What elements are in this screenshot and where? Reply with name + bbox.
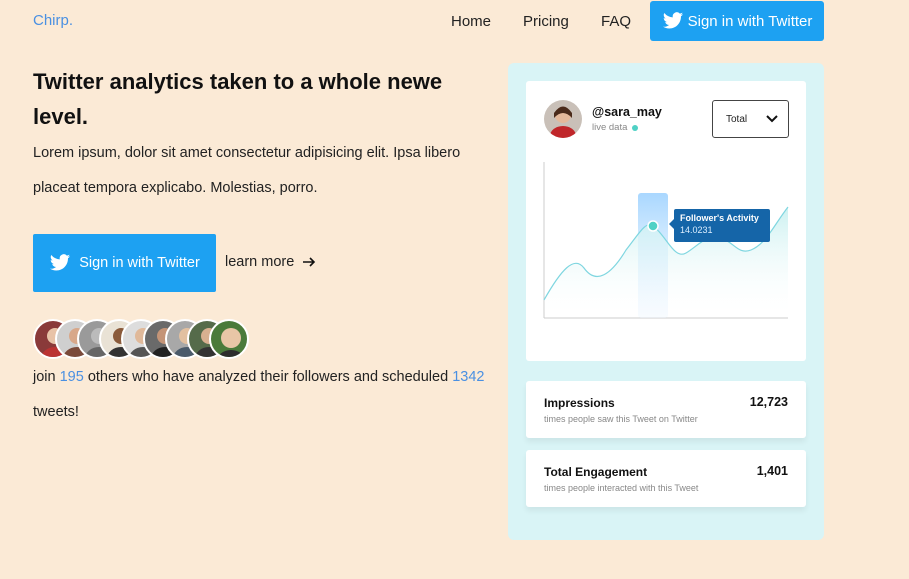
tooltip-title: Follower's Activity: [680, 213, 759, 223]
stat-value: 1,401: [756, 464, 788, 478]
learn-more-label: learn more: [225, 254, 295, 270]
join-suffix: tweets!: [33, 404, 79, 420]
join-middle: others who have analyzed their followers…: [87, 369, 449, 385]
stat-card-engagement: Total Engagement times people interacted…: [526, 450, 806, 507]
signin-twitter-button[interactable]: Sign in with Twitter: [33, 234, 216, 292]
metric-select-value: Total: [726, 113, 748, 125]
profile-handle: @sara_may: [592, 105, 662, 119]
profile-avatar: [544, 100, 582, 138]
avatar-stack: [33, 319, 263, 359]
lead-text: Lorem ipsum, dolor sit amet consectetur …: [33, 145, 461, 196]
join-count: 195: [59, 369, 84, 385]
live-dot-icon: [632, 124, 639, 131]
chart-point-marker: [647, 220, 659, 232]
live-status: live data: [592, 122, 639, 133]
twitter-icon: [662, 12, 683, 29]
chevron-down-icon: [766, 115, 778, 123]
tweet-count: 1342: [452, 369, 485, 385]
headline: Twitter analytics taken to a whole newe …: [33, 69, 443, 129]
stat-title: Total Engagement: [544, 465, 648, 479]
chart-tooltip: Follower's Activity 14.0231: [669, 209, 770, 242]
stat-value: 12,723: [749, 395, 788, 409]
metric-select[interactable]: Total: [712, 100, 789, 138]
learn-more-link[interactable]: learn more: [225, 254, 316, 270]
twitter-icon: [50, 254, 71, 271]
arrow-right-icon: [303, 257, 316, 267]
nav-signin-label: Sign in with Twitter: [687, 12, 813, 30]
nav-home-link[interactable]: Home: [451, 13, 491, 30]
join-prefix: join: [33, 369, 56, 385]
join-text: join 195 others who have analyzed their …: [33, 360, 503, 430]
avatar: [209, 319, 249, 359]
signin-twitter-label: Sign in with Twitter: [79, 255, 200, 271]
stat-card-impressions: Impressions times people saw this Tweet …: [526, 381, 806, 438]
stat-subtitle: times people interacted with this Tweet: [544, 483, 699, 493]
nav-pricing-link[interactable]: Pricing: [523, 13, 569, 30]
live-status-label: live data: [592, 122, 628, 133]
nav-faq-link[interactable]: FAQ: [601, 13, 631, 30]
logo[interactable]: Chirp.: [33, 12, 73, 29]
stat-title: Impressions: [544, 396, 615, 410]
stat-subtitle: times people saw this Tweet on Twitter: [544, 414, 698, 424]
tooltip-value: 14.0231: [680, 225, 713, 235]
nav-signin-button[interactable]: Sign in with Twitter: [650, 1, 824, 41]
